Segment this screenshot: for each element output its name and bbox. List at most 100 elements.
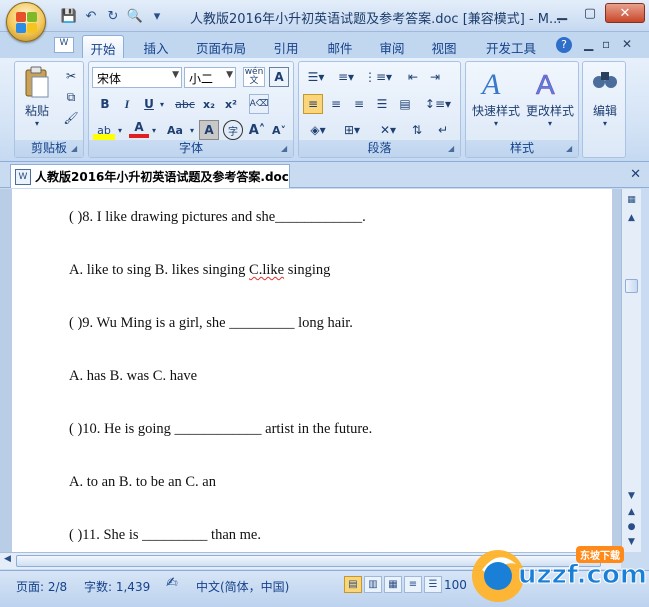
highlight-dropdown-icon[interactable]: ▾ <box>115 120 125 140</box>
align-center-icon[interactable]: ≡ <box>326 94 346 114</box>
chinese-layout-icon[interactable]: ✕▾ <box>373 120 403 140</box>
grow-font-icon[interactable]: A˄ <box>247 120 267 140</box>
customize-icon[interactable]: ▾ <box>148 7 166 25</box>
document-tab[interactable]: W 人教版2016年小升初英语试题及参考答案.doc <box>10 164 290 188</box>
decrease-indent-icon[interactable]: ⇤ <box>403 67 423 87</box>
shading-icon[interactable]: ◈▾ <box>303 120 333 140</box>
show-marks-icon[interactable]: ↵ <box>433 120 453 140</box>
binoculars-icon[interactable] <box>592 68 618 92</box>
font-color-dropdown-icon[interactable]: ▾ <box>149 120 159 140</box>
cut-icon[interactable]: ✂ <box>61 66 81 86</box>
editing-button[interactable]: 编辑 <box>585 102 625 118</box>
increase-indent-icon[interactable]: ⇥ <box>425 67 445 87</box>
full-screen-reading-icon[interactable]: ▥ <box>364 576 382 593</box>
paste-icon[interactable] <box>23 66 51 100</box>
tab-mailings[interactable]: 邮件 <box>320 35 360 58</box>
align-right-icon[interactable]: ≡ <box>349 94 369 114</box>
superscript-button[interactable]: x² <box>221 94 241 114</box>
italic-button[interactable]: I <box>117 94 137 114</box>
format-painter-icon[interactable]: 🖌 <box>61 108 81 128</box>
change-styles-icon[interactable]: A <box>534 66 564 101</box>
font-size-combo[interactable]: 小二 ▼ <box>184 67 236 88</box>
align-left-icon[interactable]: ≡ <box>303 94 323 114</box>
word-count[interactable]: 字数: 1,439 <box>84 578 150 595</box>
highlight-icon[interactable]: ab <box>93 120 115 140</box>
subscript-button[interactable]: x₂ <box>199 94 219 114</box>
quick-styles-button[interactable]: 快速样式 <box>468 102 524 118</box>
doc-restore-icon[interactable]: ▫ <box>602 37 610 51</box>
strikethrough-button[interactable]: abc <box>173 94 197 114</box>
document-page[interactable]: ( )8. I like drawing pictures and she___… <box>12 189 612 552</box>
underline-dropdown-icon[interactable]: ▾ <box>157 94 167 114</box>
scroll-down-icon[interactable]: ▼ <box>624 489 639 503</box>
doc-minimize-icon[interactable]: ▁ <box>584 37 593 51</box>
clipboard-launcher-icon[interactable]: ◢ <box>71 144 81 154</box>
doc-close-icon[interactable]: ✕ <box>622 37 632 51</box>
proofing-icon[interactable]: ✍ <box>166 575 178 591</box>
scroll-thumb[interactable] <box>625 279 638 293</box>
undo-icon[interactable]: ↶ <box>82 7 100 25</box>
enclose-characters-icon[interactable]: 字 <box>223 120 243 140</box>
paste-button[interactable]: 粘贴 <box>19 102 55 118</box>
change-styles-dropdown-icon[interactable]: ▾ <box>544 118 556 128</box>
distributed-icon[interactable]: ▤ <box>395 94 415 114</box>
quick-styles-dropdown-icon[interactable]: ▾ <box>490 118 502 128</box>
bullets-icon[interactable]: ☰▾ <box>303 67 329 87</box>
clear-formatting-icon[interactable]: A⌫ <box>249 94 269 114</box>
draft-icon[interactable]: ☰ <box>424 576 442 593</box>
character-border-button[interactable]: A <box>269 67 289 87</box>
font-color-icon[interactable]: A <box>129 120 149 138</box>
redo-icon[interactable]: ↻ <box>104 7 122 25</box>
phonetic-guide-button[interactable]: wén 文 <box>243 67 265 87</box>
change-case-dropdown-icon[interactable]: ▾ <box>187 120 197 140</box>
tab-page-layout[interactable]: 页面布局 <box>190 35 252 58</box>
change-styles-button[interactable]: 更改样式 <box>522 102 578 118</box>
office-button[interactable] <box>6 2 46 42</box>
print-preview-icon[interactable]: 🔍 <box>126 7 144 25</box>
sort-icon[interactable]: ⇅ <box>407 120 427 140</box>
ruler-toggle-icon[interactable]: ▦ <box>624 193 639 207</box>
underline-button[interactable]: U <box>139 94 159 114</box>
character-shading-icon[interactable]: A <box>199 120 219 140</box>
scroll-up-icon[interactable]: ▲ <box>624 211 639 225</box>
paragraph-launcher-icon[interactable]: ◢ <box>448 144 458 154</box>
change-case-icon[interactable]: Aa <box>163 120 187 140</box>
bold-button[interactable]: B <box>95 94 115 114</box>
doc-line: ( )9. Wu Ming is a girl, she _________ l… <box>69 315 353 331</box>
multilevel-list-icon[interactable]: ⋮≡▾ <box>363 67 393 87</box>
language-indicator[interactable]: 中文(简体，中国) <box>196 578 289 595</box>
borders-icon[interactable]: ⊞▾ <box>337 120 367 140</box>
close-button[interactable]: ✕ <box>605 3 645 23</box>
previous-page-icon[interactable]: ▲ <box>624 505 639 519</box>
zoom-level[interactable]: 100 <box>444 578 467 592</box>
save-icon[interactable]: 💾 <box>60 7 78 25</box>
web-layout-icon[interactable]: ▦ <box>384 576 402 593</box>
help-icon[interactable]: ? <box>556 37 572 53</box>
paste-dropdown-icon[interactable]: ▾ <box>31 118 43 128</box>
scroll-left-icon[interactable]: ◀ <box>4 554 11 564</box>
tab-insert[interactable]: 插入 <box>136 35 176 58</box>
font-launcher-icon[interactable]: ◢ <box>281 144 291 154</box>
minimize-button[interactable]: ▁ <box>549 3 575 23</box>
styles-launcher-icon[interactable]: ◢ <box>566 144 576 154</box>
numbering-icon[interactable]: ≡▾ <box>333 67 359 87</box>
justify-icon[interactable]: ☰ <box>372 94 392 114</box>
copy-icon[interactable]: ⧉ <box>61 87 81 107</box>
word-doc-icon: W <box>54 37 74 53</box>
editing-dropdown-icon[interactable]: ▾ <box>599 118 611 128</box>
print-layout-icon[interactable]: ▤ <box>344 576 362 593</box>
tab-home[interactable]: 开始 <box>82 35 124 58</box>
quick-styles-icon[interactable]: A <box>480 66 510 101</box>
close-tab-icon[interactable]: ✕ <box>630 167 641 182</box>
shrink-font-icon[interactable]: A˅ <box>269 120 289 140</box>
vertical-scrollbar[interactable]: ▦ ▲ ▼ ▲ ● ▼ <box>621 189 641 552</box>
tab-review[interactable]: 审阅 <box>372 35 412 58</box>
maximize-button[interactable]: ▢ <box>577 3 603 23</box>
tab-developer[interactable]: 开发工具 <box>478 35 544 58</box>
font-name-combo[interactable]: 宋体 ▼ <box>92 67 182 88</box>
page-count[interactable]: 页面: 2/8 <box>16 578 67 595</box>
tab-view[interactable]: 视图 <box>424 35 464 58</box>
line-spacing-icon[interactable]: ↕≡▾ <box>423 94 453 114</box>
tab-references[interactable]: 引用 <box>266 35 306 58</box>
outline-icon[interactable]: ≡ <box>404 576 422 593</box>
